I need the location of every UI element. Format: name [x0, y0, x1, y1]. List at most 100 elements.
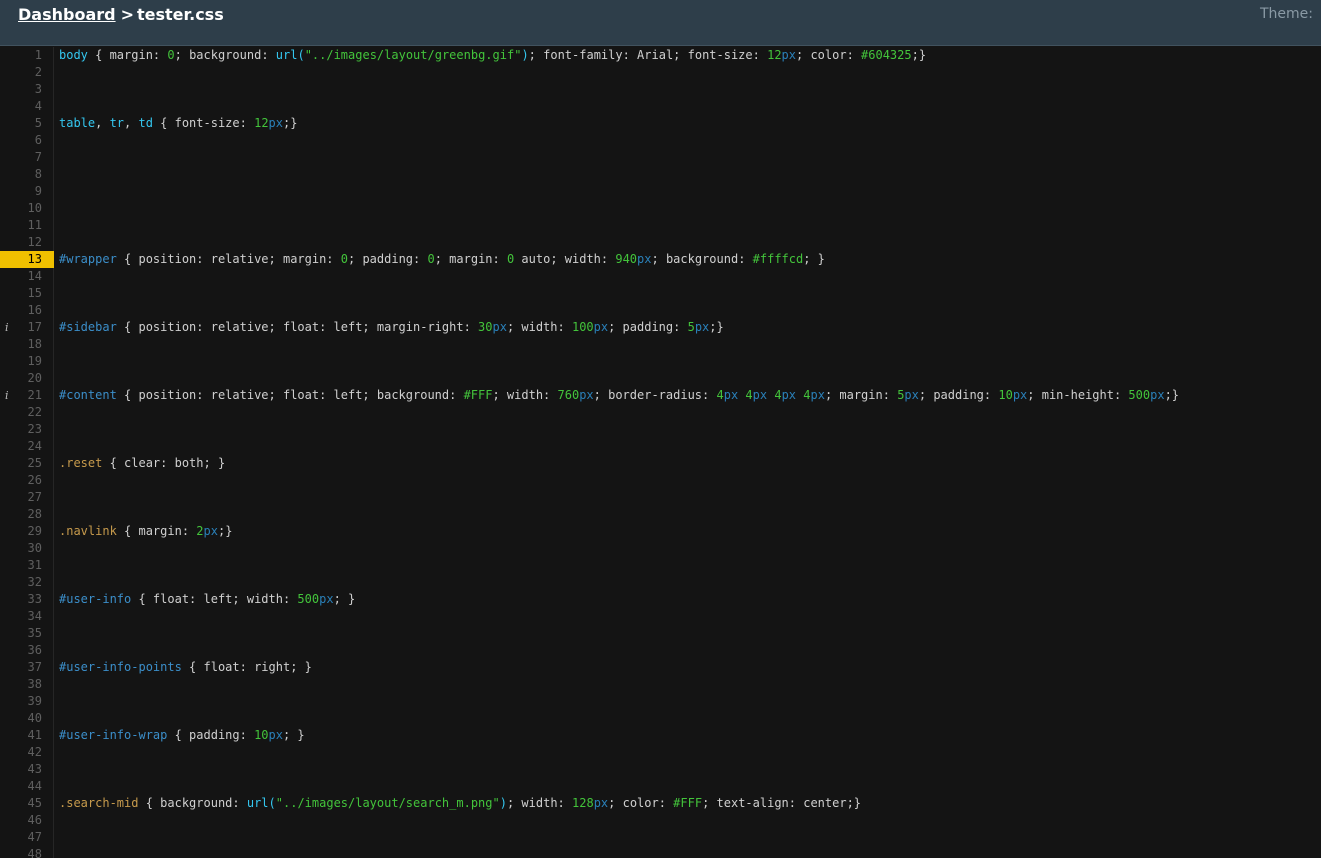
line-number[interactable]: 33	[0, 591, 42, 608]
code-line[interactable]: 24	[0, 438, 1321, 455]
line-number[interactable]: 37	[0, 659, 42, 676]
line-number[interactable]: 30	[0, 540, 42, 557]
line-number[interactable]: 23	[0, 421, 42, 438]
line-number[interactable]: 45	[0, 795, 42, 812]
line-number[interactable]: 41	[0, 727, 42, 744]
token-str: "../images/layout/search_m.png"	[275, 796, 500, 810]
line-number[interactable]: 19	[0, 353, 42, 370]
info-annotation-icon[interactable]: i	[5, 319, 15, 336]
code-line[interactable]: 35	[0, 625, 1321, 642]
code-line[interactable]: 48	[0, 846, 1321, 858]
line-number[interactable]: 22	[0, 404, 42, 421]
line-number[interactable]: 46	[0, 812, 42, 829]
code-line[interactable]: 26	[0, 472, 1321, 489]
line-number[interactable]: 6	[0, 132, 42, 149]
code-line[interactable]: 32	[0, 574, 1321, 591]
code-line[interactable]: 17 i #sidebar { position: relative; float:…	[0, 319, 1321, 336]
code-line[interactable]: 47	[0, 829, 1321, 846]
line-number[interactable]: 48	[0, 846, 42, 858]
code-line[interactable]: 28	[0, 506, 1321, 523]
dashboard-link[interactable]: Dashboard	[18, 5, 116, 24]
line-number[interactable]: 5	[0, 115, 42, 132]
line-number[interactable]: 28	[0, 506, 42, 523]
code-line[interactable]: 7	[0, 149, 1321, 166]
code-line[interactable]: 31	[0, 557, 1321, 574]
line-number[interactable]: 10	[0, 200, 42, 217]
code-line[interactable]: 39	[0, 693, 1321, 710]
code-line[interactable]: 19	[0, 353, 1321, 370]
code-line[interactable]: 9	[0, 183, 1321, 200]
line-number[interactable]: 43	[0, 761, 42, 778]
code-line[interactable]: 2	[0, 64, 1321, 81]
code-line[interactable]: 33 #user-info { float: left; width: 500px…	[0, 591, 1321, 608]
line-number[interactable]: 24	[0, 438, 42, 455]
code-line[interactable]: 11	[0, 217, 1321, 234]
line-number[interactable]: 4	[0, 98, 42, 115]
code-line[interactable]: 16	[0, 302, 1321, 319]
line-number[interactable]: 36	[0, 642, 42, 659]
code-editor[interactable]: 1 body { margin: 0; background: url("../i…	[0, 47, 1321, 858]
line-number[interactable]: 1	[0, 47, 42, 64]
line-number[interactable]: 14	[0, 268, 42, 285]
line-number[interactable]: 25	[0, 455, 42, 472]
code-line[interactable]: 13 #wrapper { position: relative; margin:…	[0, 251, 1321, 268]
code-line[interactable]: 38	[0, 676, 1321, 693]
line-number[interactable]: 42	[0, 744, 42, 761]
line-number[interactable]: 7	[0, 149, 42, 166]
code-line[interactable]: 36	[0, 642, 1321, 659]
code-line[interactable]: 25 .reset { clear: both; }	[0, 455, 1321, 472]
code-line[interactable]: 41 #user-info-wrap { padding: 10px; }	[0, 727, 1321, 744]
line-number[interactable]: 34	[0, 608, 42, 625]
code-line[interactable]: 5 table, tr, td { font-size: 12px;}	[0, 115, 1321, 132]
line-number[interactable]: 8	[0, 166, 42, 183]
code-line[interactable]: 12	[0, 234, 1321, 251]
code-line[interactable]: 45 .search-mid { background: url("../imag…	[0, 795, 1321, 812]
line-number[interactable]: 31	[0, 557, 42, 574]
code-line[interactable]: 20	[0, 370, 1321, 387]
line-number[interactable]: 20	[0, 370, 42, 387]
line-number[interactable]: 26	[0, 472, 42, 489]
code-line[interactable]: 43	[0, 761, 1321, 778]
line-number[interactable]: 40	[0, 710, 42, 727]
line-number[interactable]: 39	[0, 693, 42, 710]
code-line[interactable]: 37 #user-info-points { float: right; }	[0, 659, 1321, 676]
line-number[interactable]: 16	[0, 302, 42, 319]
theme-selector-label[interactable]: Theme:	[1260, 6, 1313, 22]
line-number[interactable]: 12	[0, 234, 42, 251]
code-line[interactable]: 27	[0, 489, 1321, 506]
code-line[interactable]: 30	[0, 540, 1321, 557]
code-line[interactable]: 3	[0, 81, 1321, 98]
line-number[interactable]: 27	[0, 489, 42, 506]
code-line[interactable]: 22	[0, 404, 1321, 421]
line-number[interactable]: 47	[0, 829, 42, 846]
line-number[interactable]: 18	[0, 336, 42, 353]
line-number[interactable]: 29	[0, 523, 42, 540]
code-line[interactable]: 8	[0, 166, 1321, 183]
line-number[interactable]: 38	[0, 676, 42, 693]
line-number[interactable]: 9	[0, 183, 42, 200]
active-line-number[interactable]: 13	[0, 251, 54, 268]
code-line[interactable]: 6	[0, 132, 1321, 149]
line-number[interactable]: 2	[0, 64, 42, 81]
code-line[interactable]: 14	[0, 268, 1321, 285]
info-annotation-icon[interactable]: i	[5, 387, 15, 404]
code-line[interactable]: 44	[0, 778, 1321, 795]
code-line[interactable]: 4	[0, 98, 1321, 115]
line-number[interactable]: 15	[0, 285, 42, 302]
code-line[interactable]: 10	[0, 200, 1321, 217]
line-number[interactable]: 32	[0, 574, 42, 591]
code-line[interactable]: 40	[0, 710, 1321, 727]
line-number[interactable]: 44	[0, 778, 42, 795]
code-line[interactable]: 46	[0, 812, 1321, 829]
code-line[interactable]: 1 body { margin: 0; background: url("../i…	[0, 47, 1321, 64]
code-line[interactable]: 15	[0, 285, 1321, 302]
line-number[interactable]: 3	[0, 81, 42, 98]
code-line[interactable]: 21 i #content { position: relative; float:…	[0, 387, 1321, 404]
code-line[interactable]: 29 .navlink { margin: 2px;}	[0, 523, 1321, 540]
line-number[interactable]: 11	[0, 217, 42, 234]
code-line[interactable]: 42	[0, 744, 1321, 761]
code-line[interactable]: 34	[0, 608, 1321, 625]
code-line[interactable]: 23	[0, 421, 1321, 438]
line-number[interactable]: 35	[0, 625, 42, 642]
code-line[interactable]: 18	[0, 336, 1321, 353]
